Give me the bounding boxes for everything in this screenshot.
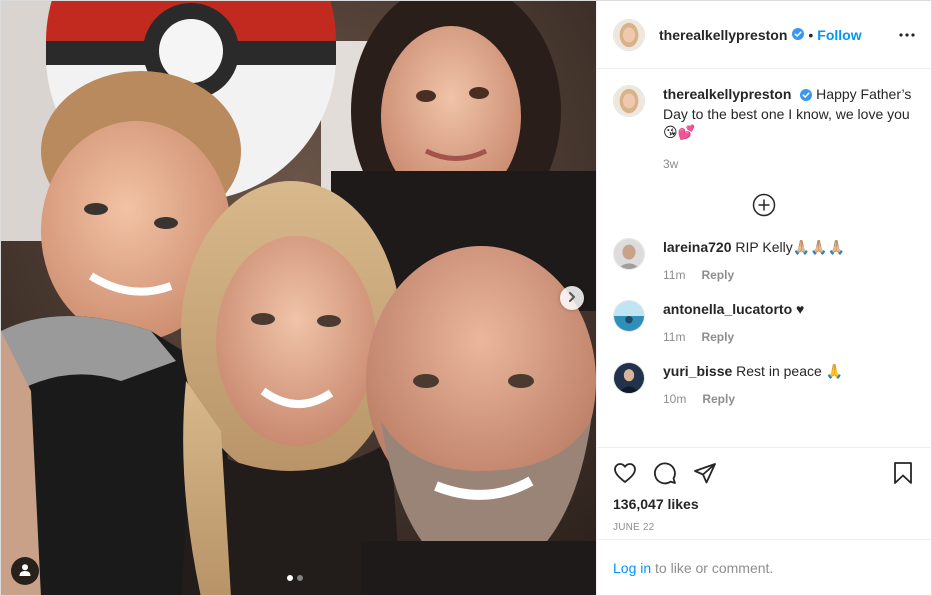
author-username[interactable]: therealkellypreston (659, 27, 787, 43)
likes-count[interactable]: 136,047 likes (613, 496, 915, 512)
more-options-icon[interactable] (899, 32, 915, 37)
chevron-right-icon (566, 290, 578, 306)
post-photo (1, 1, 596, 595)
carousel-indicator (287, 575, 303, 581)
action-icons (613, 460, 915, 486)
comment-item: antonella_lucatorto ♥ 11m Reply (613, 300, 915, 346)
verified-badge-icon (792, 27, 805, 43)
post-actions: 136,047 likes JUNE 22 (597, 447, 931, 539)
comment-body: lareina720 RIP Kelly🙏🏼🙏🏼🙏🏼 11m Reply (663, 238, 845, 284)
caption-meta: 3w (663, 155, 913, 173)
load-more-comments-button[interactable] (613, 193, 915, 220)
user-tags-button[interactable] (11, 557, 39, 585)
comment-item: yuri_bisse Rest in peace 🙏 10m Reply (613, 362, 915, 408)
login-prompt: Log in to like or comment. (597, 539, 931, 595)
carousel-dot (297, 575, 303, 581)
comments-section: therealkellypreston Happy Father’s Day t… (597, 69, 931, 447)
post-header: therealkellypreston • Follow (597, 1, 931, 69)
heart-icon[interactable] (613, 461, 637, 485)
comment-text: Rest in peace 🙏 (736, 363, 844, 379)
comment-username[interactable]: lareina720 (663, 239, 732, 255)
post-caption: therealkellypreston Happy Father’s Day t… (613, 85, 915, 173)
post-date[interactable]: JUNE 22 (613, 522, 915, 533)
comment-body: antonella_lucatorto ♥ 11m Reply (663, 300, 804, 346)
commenter-avatar[interactable] (613, 300, 645, 332)
caption-age[interactable]: 3w (663, 155, 678, 173)
comment-age[interactable]: 10m (663, 390, 686, 408)
comment-age[interactable]: 11m (663, 266, 685, 284)
load-more-comments-icon (752, 193, 776, 220)
bookmark-icon[interactable] (891, 461, 915, 485)
comment-item: lareina720 RIP Kelly🙏🏼🙏🏼🙏🏼 11m Reply (613, 238, 915, 284)
verified-badge-icon (800, 87, 813, 105)
comment-text: ♥ (796, 301, 805, 317)
header-separator: • (808, 26, 814, 43)
post-side-panel: therealkellypreston • Follow therealkell… (596, 1, 931, 595)
comment-icon[interactable] (653, 461, 677, 485)
caption-author-avatar[interactable] (613, 85, 645, 117)
reply-button[interactable]: Reply (701, 328, 734, 346)
carousel-next-button[interactable] (560, 286, 584, 310)
instagram-post: therealkellypreston • Follow therealkell… (0, 0, 932, 596)
user-tag-icon (18, 563, 32, 580)
comment-meta: 11m Reply (663, 328, 804, 346)
commenter-avatar[interactable] (613, 362, 645, 394)
post-media (1, 1, 596, 595)
follow-button[interactable]: Follow (817, 27, 861, 43)
comment-meta: 10m Reply (663, 390, 843, 408)
login-prompt-text: to like or comment. (651, 559, 774, 576)
comment-text: RIP Kelly🙏🏼🙏🏼🙏🏼 (735, 239, 846, 255)
reply-button[interactable]: Reply (701, 266, 734, 284)
comment-username[interactable]: yuri_bisse (663, 363, 732, 379)
comment-age[interactable]: 11m (663, 328, 685, 346)
reply-button[interactable]: Reply (702, 390, 735, 408)
share-icon[interactable] (693, 461, 717, 485)
carousel-dot-active (287, 575, 293, 581)
author-avatar[interactable] (613, 18, 645, 51)
login-link[interactable]: Log in (613, 560, 651, 576)
comment-username[interactable]: antonella_lucatorto (663, 301, 792, 317)
comment-meta: 11m Reply (663, 266, 845, 284)
commenter-avatar[interactable] (613, 238, 645, 270)
caption-body: therealkellypreston Happy Father’s Day t… (663, 85, 913, 173)
comment-body: yuri_bisse Rest in peace 🙏 10m Reply (663, 362, 843, 408)
caption-username[interactable]: therealkellypreston (663, 86, 791, 102)
